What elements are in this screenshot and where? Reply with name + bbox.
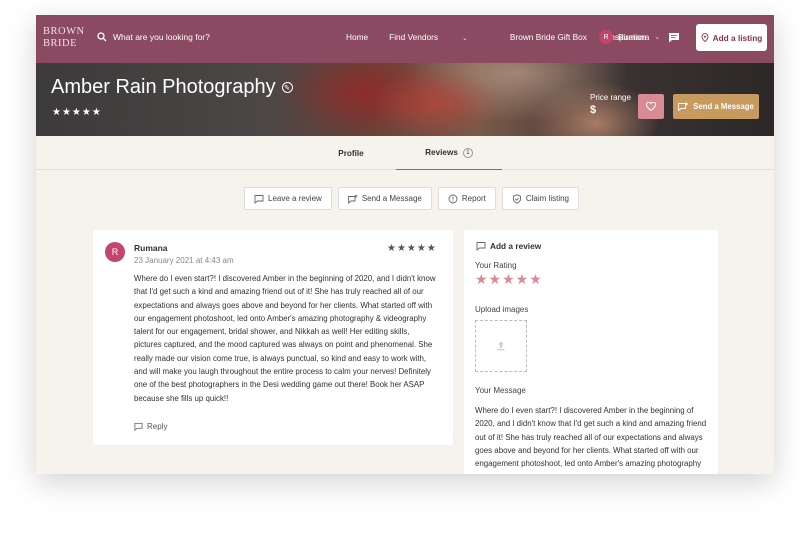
review-card: R Rumana 23 January 2021 at 4:43 am ★★★★… [93, 230, 453, 445]
brown-bride-logo[interactable]: BROWN BRIDE [43, 26, 87, 50]
tab-reviews[interactable]: Reviews 1 [396, 136, 502, 170]
leave-review-button[interactable]: Leave a review [244, 187, 332, 210]
rating-label: Your Rating [475, 261, 517, 270]
user-name: Rumana [618, 32, 650, 42]
upload-images-dropzone[interactable] [475, 320, 527, 372]
reviews-count-badge: 1 [462, 147, 473, 158]
browser-window: BROWN BRIDE What are you looking for? Ho… [36, 15, 774, 474]
message-line: out of it! She has truly reached all of … [475, 432, 703, 442]
review-line: our engagement photoshoot, led onto Ambe… [134, 313, 427, 323]
message-line: 2020, and I didn't know that I'd get suc… [475, 419, 707, 429]
comment-icon [254, 194, 264, 204]
search-bar[interactable]: What are you looking for? [97, 32, 210, 42]
add-listing-button[interactable]: Add a listing [696, 24, 767, 51]
add-review-title: Add a review [476, 241, 541, 251]
upload-icon [497, 341, 505, 351]
review-line: one of the best photographers in the Des… [134, 380, 425, 390]
add-listing-label: Add a listing [712, 32, 763, 43]
logo-line-1: BROWN [43, 26, 85, 37]
review-line: and will make you laugh throughout the e… [134, 367, 431, 377]
add-review-title-label: Add a review [490, 241, 542, 251]
heart-icon [646, 102, 656, 111]
reply-button[interactable]: Reply [134, 422, 167, 431]
send-message-button[interactable]: Send a Message [673, 94, 759, 119]
review-line: that I'd get such a kind and amazing fri… [134, 287, 424, 297]
review-line: because she fills up quick!! [134, 393, 229, 403]
edit-icon[interactable]: ✎ [281, 82, 293, 93]
logo-line-2: BRIDE [43, 38, 77, 49]
vendor-hero: Amber Rain Photography ✎ ★★★★★ Price ran… [36, 63, 774, 136]
comment-icon [476, 242, 486, 251]
rating-stars-input[interactable]: ★★★★★ [475, 271, 543, 288]
nav-link-find-vendors-label: Find Vendors [389, 32, 439, 42]
review-line: talent for our engagement, bridal shower… [134, 327, 410, 337]
vendor-rating-stars: ★★★★★ [52, 107, 102, 118]
review-actions: Leave a review Send a Message Report Cla… [244, 187, 579, 210]
avatar: R [599, 30, 613, 44]
message-icon [678, 102, 689, 111]
chevron-down-icon: ⌄ [654, 34, 661, 41]
reply-label: Reply [147, 422, 168, 431]
send-message-action-label: Send a Message [361, 194, 422, 203]
vendor-title: Amber Rain Photography ✎ [51, 76, 293, 99]
favorite-button[interactable] [638, 94, 664, 119]
vendor-tabs: Profile Reviews 1 [36, 136, 774, 170]
chat-icon[interactable] [668, 32, 680, 43]
message-line: Where do I even start?! I discovered Amb… [475, 406, 694, 415]
price-range-label: Price range [590, 93, 631, 102]
reviewer-name: Rumana [134, 243, 168, 253]
nav-link-gift-box[interactable]: Brown Bride Gift Box [510, 32, 587, 42]
price-range-value: $ [590, 104, 597, 116]
tab-profile-label: Profile [338, 148, 364, 158]
alert-circle-icon [448, 194, 458, 203]
vendor-name: Amber Rain Photography [51, 76, 276, 98]
nav-link-find-vendors[interactable]: Find Vendors ⌄ [389, 32, 489, 42]
shield-icon [512, 193, 521, 204]
nav-link-home[interactable]: Home [346, 32, 368, 42]
review-stars: ★★★★★ [387, 243, 437, 254]
report-button[interactable]: Report [437, 187, 496, 210]
avatar: R [105, 242, 125, 262]
tab-profile[interactable]: Profile [306, 136, 396, 170]
leave-review-label: Leave a review [268, 194, 322, 203]
search-placeholder: What are you looking for? [113, 32, 210, 42]
search-icon [97, 32, 107, 42]
message-label: Your Message [475, 386, 526, 395]
message-textarea[interactable]: Where do I even start?! I discovered Amb… [475, 404, 711, 470]
tab-reviews-label: Reviews [425, 148, 458, 157]
review-line: pictures captured, and the mood captured… [134, 340, 433, 350]
message-line: goes above and beyond for her clients. W… [475, 445, 699, 455]
chevron-down-icon: ⌄ [462, 35, 468, 42]
upload-images-label: Upload images [475, 305, 529, 314]
user-menu[interactable]: R Rumana ⌄ [599, 30, 660, 44]
send-message-label: Send a Message [693, 102, 754, 111]
add-review-panel: Add a review Your Rating ★★★★★ Upload im… [464, 230, 718, 474]
report-label: Report [461, 194, 486, 203]
message-line: engagement photoshoot, led onto Amber's … [475, 459, 702, 469]
review-line: Where do I even start?! I discovered Amb… [134, 274, 436, 283]
price-range: Price range $ [590, 93, 631, 116]
comment-icon [134, 422, 143, 431]
review-line: really made our vision come true, is alw… [134, 353, 427, 363]
review-line: expectations and always goes above and b… [134, 300, 433, 310]
claim-listing-button[interactable]: Claim listing [501, 187, 579, 210]
claim-listing-label: Claim listing [525, 194, 569, 203]
review-text: Where do I even start?! I discovered Amb… [134, 272, 439, 405]
send-message-action-button[interactable]: Send a Message [337, 187, 432, 210]
message-plus-icon [347, 194, 358, 204]
top-nav: BROWN BRIDE What are you looking for? Ho… [36, 15, 774, 63]
location-pin-icon [701, 33, 709, 42]
review-date: 23 January 2021 at 4:43 am [134, 256, 234, 265]
